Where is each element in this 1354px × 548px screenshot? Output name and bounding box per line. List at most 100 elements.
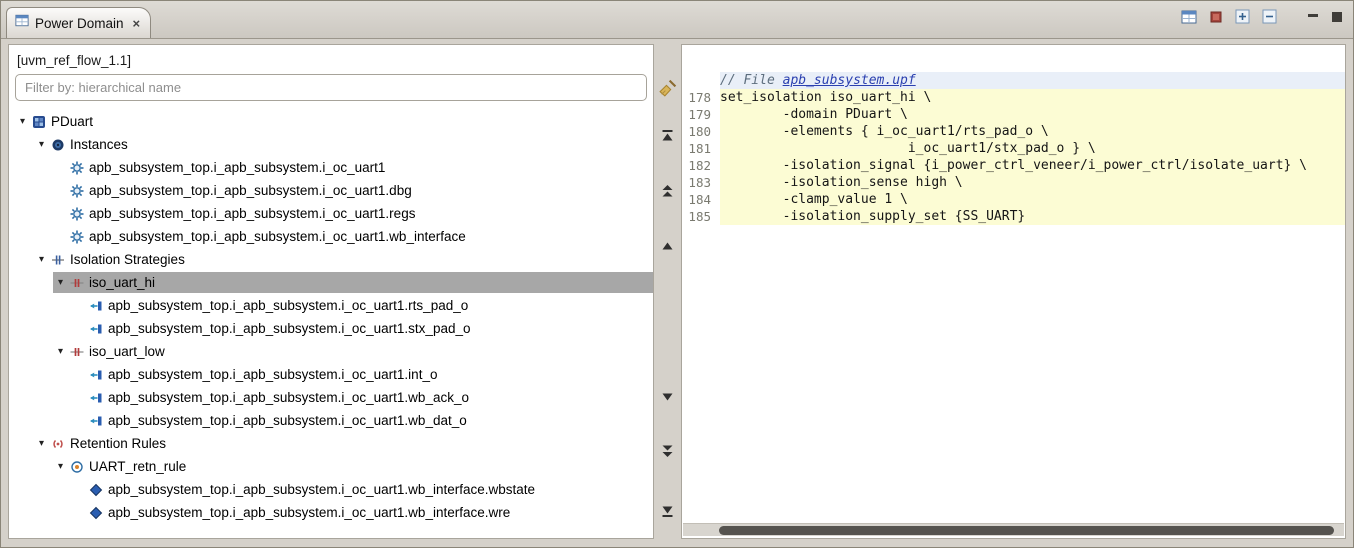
expander-icon[interactable]: ▾: [53, 461, 68, 472]
line-number: 179: [688, 107, 711, 122]
tab-power-domain[interactable]: Power Domain ×: [6, 7, 152, 38]
red-marker-icon[interactable]: [1209, 10, 1223, 24]
domain-icon: [30, 115, 47, 129]
tree-item[interactable]: apb_subsystem_top.i_apb_subsystem.i_oc_u…: [9, 156, 653, 179]
grid-view-icon[interactable]: [1181, 10, 1197, 24]
code-text: i_oc_uart1/stx_pad_o } \: [720, 140, 1345, 157]
minimize-icon[interactable]: [1307, 11, 1319, 23]
code-text: -elements { i_oc_uart1/rts_pad_o \: [720, 123, 1345, 140]
filter-input[interactable]: [15, 74, 647, 101]
tab-close-icon[interactable]: ×: [133, 17, 141, 30]
tree-item[interactable]: ▾ Isolation Strategies: [9, 248, 653, 271]
tree-item[interactable]: apb_subsystem_top.i_apb_subsystem.i_oc_u…: [9, 363, 653, 386]
tree-item-label: apb_subsystem_top.i_apb_subsystem.i_oc_u…: [108, 413, 467, 428]
tree-item[interactable]: apb_subsystem_top.i_apb_subsystem.i_oc_u…: [9, 478, 653, 501]
expander-icon[interactable]: ▾: [53, 346, 68, 357]
code-text: -clamp_value 1 \: [720, 191, 1345, 208]
code-text: set_isolation iso_uart_hi \: [720, 89, 1345, 106]
tree-item-label: apb_subsystem_top.i_apb_subsystem.i_oc_u…: [108, 298, 469, 313]
horizontal-scrollbar-thumb[interactable]: [719, 526, 1335, 535]
tree-item[interactable]: ▾ Instances: [9, 133, 653, 156]
iso-strategy-icon: [68, 276, 85, 290]
line-number: 178: [688, 90, 711, 105]
tree-item-label: apb_subsystem_top.i_apb_subsystem.i_oc_u…: [108, 505, 511, 520]
code-text: -isolation_signal {i_power_ctrl_veneer/i…: [720, 157, 1345, 174]
port-icon: [87, 368, 104, 382]
tree-item[interactable]: ▾ iso_uart_low: [9, 340, 653, 363]
code-line: 184 -clamp_value 1 \: [682, 191, 1345, 208]
tree-panel: [uvm_ref_flow_1.1] ▾PDuart▾Instancesapb_…: [8, 44, 654, 539]
tree-item[interactable]: ▾ iso_uart_hi: [9, 271, 653, 294]
expander-icon[interactable]: ▾: [34, 139, 49, 150]
scroll-to-top-icon[interactable]: [658, 127, 677, 144]
code-text: -isolation_sense high \: [720, 174, 1345, 191]
port-icon: [87, 322, 104, 336]
code-text: -domain PDuart \: [720, 106, 1345, 123]
tree-item[interactable]: apb_subsystem_top.i_apb_subsystem.i_oc_u…: [9, 317, 653, 340]
project-label: [uvm_ref_flow_1.1]: [17, 53, 132, 68]
line-number: 180: [688, 124, 711, 139]
scroll-down-icon[interactable]: [658, 388, 677, 405]
code-text: -isolation_supply_set {SS_UART}: [720, 208, 1345, 225]
retention-group-icon: [49, 437, 66, 451]
port-icon: [87, 414, 104, 428]
tree-item[interactable]: apb_subsystem_top.i_apb_subsystem.i_oc_u…: [9, 202, 653, 225]
line-number: 182: [688, 158, 711, 173]
code-line: 181 i_oc_uart1/stx_pad_o } \: [682, 140, 1345, 157]
code-lines: 178 set_isolation iso_uart_hi \ 179 -domai…: [682, 89, 1345, 225]
tree-item-label: apb_subsystem_top.i_apb_subsystem.i_oc_u…: [89, 229, 466, 244]
instance-icon: [68, 207, 85, 221]
tree-item[interactable]: apb_subsystem_top.i_apb_subsystem.i_oc_u…: [9, 179, 653, 202]
expander-icon[interactable]: ▾: [34, 438, 49, 449]
tree-item-label: Retention Rules: [70, 436, 167, 451]
code-line: 179 -domain PDuart \: [682, 106, 1345, 123]
scroll-to-bottom-icon[interactable]: [658, 502, 677, 519]
expander-icon[interactable]: ▾: [34, 254, 49, 265]
tree-item[interactable]: ▾ Retention Rules: [9, 432, 653, 455]
maximize-icon[interactable]: [1331, 11, 1343, 23]
tree-item-label: UART_retn_rule: [89, 459, 187, 474]
iso-group-icon: [49, 253, 66, 267]
tree-item-label: apb_subsystem_top.i_apb_subsystem.i_oc_u…: [108, 321, 471, 336]
view-toolbar: [1181, 9, 1343, 24]
tree-item-label: iso_uart_hi: [89, 275, 156, 290]
scroll-up-icon[interactable]: [658, 237, 677, 254]
tree-item[interactable]: apb_subsystem_top.i_apb_subsystem.i_oc_u…: [9, 386, 653, 409]
line-number: 183: [688, 175, 711, 190]
instances-icon: [49, 138, 66, 152]
clear-filter-icon[interactable]: [658, 79, 677, 103]
tree-item-label: Isolation Strategies: [70, 252, 185, 267]
tree-item[interactable]: ▾ UART_retn_rule: [9, 455, 653, 478]
expand-all-icon[interactable]: [1235, 9, 1250, 24]
tree-item-label: apb_subsystem_top.i_apb_subsystem.i_oc_u…: [108, 482, 536, 497]
line-number: 181: [688, 141, 711, 156]
power-domain-tab-icon: [15, 14, 29, 32]
code-text: // File apb_subsystem.upf: [720, 72, 1345, 89]
tree-item[interactable]: apb_subsystem_top.i_apb_subsystem.i_oc_u…: [9, 501, 653, 524]
file-link[interactable]: apb_subsystem.upf: [783, 73, 916, 88]
tree-item[interactable]: apb_subsystem_top.i_apb_subsystem.i_oc_u…: [9, 294, 653, 317]
tree-item-label: iso_uart_low: [89, 344, 165, 359]
instance-icon: [68, 184, 85, 198]
port-icon: [87, 391, 104, 405]
scroll-page-up-icon[interactable]: [658, 182, 677, 199]
scroll-page-down-icon[interactable]: [658, 442, 677, 459]
file-comment-line: // File apb_subsystem.upf: [682, 72, 1345, 89]
port-icon: [87, 299, 104, 313]
expander-icon[interactable]: ▾: [53, 277, 68, 288]
tree-item-label: PDuart: [51, 114, 94, 129]
code-line: 185 -isolation_supply_set {SS_UART}: [682, 208, 1345, 225]
code-line: 183 -isolation_sense high \: [682, 174, 1345, 191]
nav-strip: [654, 44, 681, 539]
power-domain-tree: ▾ PDuart ▾ Instances apb_subsystem_top.i_apb…: [9, 107, 653, 538]
tree-item[interactable]: apb_subsystem_top.i_apb_subsystem.i_oc_u…: [9, 409, 653, 432]
horizontal-scrollbar[interactable]: [683, 523, 1344, 536]
tree-item-label: apb_subsystem_top.i_apb_subsystem.i_oc_u…: [89, 183, 412, 198]
collapse-all-icon[interactable]: [1262, 9, 1277, 24]
element-icon: [87, 506, 104, 520]
retention-rule-icon: [68, 460, 85, 474]
filter-row: [9, 70, 653, 107]
tree-item[interactable]: apb_subsystem_top.i_apb_subsystem.i_oc_u…: [9, 225, 653, 248]
tree-item[interactable]: ▾ PDuart: [9, 110, 653, 133]
expander-icon[interactable]: ▾: [15, 116, 30, 127]
